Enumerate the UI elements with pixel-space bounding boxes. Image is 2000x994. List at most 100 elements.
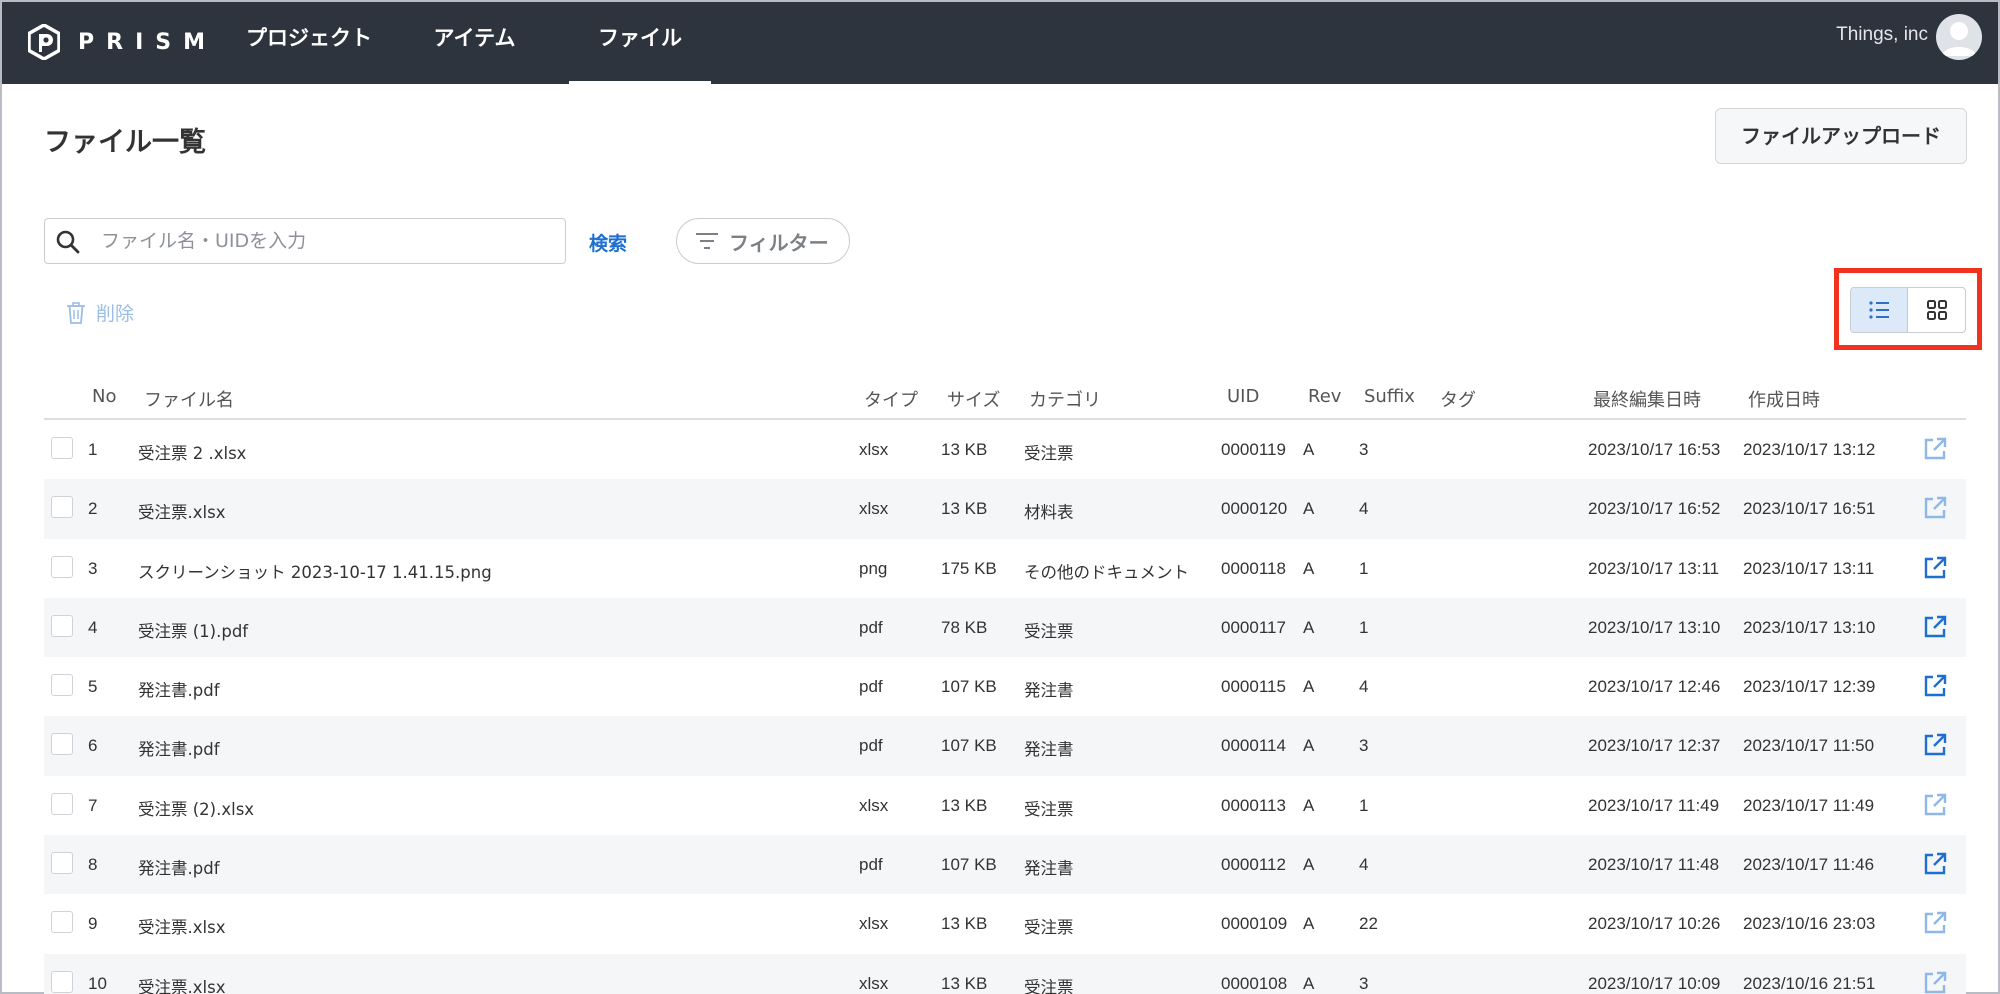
trash-icon <box>67 301 85 324</box>
cell-no: 7 <box>88 795 98 815</box>
open-external-link-icon[interactable] <box>1922 614 1948 640</box>
table-row-8[interactable]: 8 発注書.pdf pdf 107 KB 発注書 0000112 A 4 202… <box>44 835 1966 895</box>
cell-file-name[interactable]: 受注票.xlsx <box>138 499 225 523</box>
row-checkbox[interactable] <box>51 614 73 637</box>
cell-size: 175 KB <box>941 558 997 578</box>
cell-rev: A <box>1303 499 1315 519</box>
row-checkbox[interactable] <box>51 496 73 519</box>
nav-tab-items[interactable]: アイテム <box>412 2 537 84</box>
search-input[interactable] <box>101 219 551 263</box>
cell-file-name[interactable]: 発注書.pdf <box>138 855 220 879</box>
search-icon <box>56 230 80 254</box>
table-row-7[interactable]: 7 受注票 (2).xlsx xlsx 13 KB 受注票 0000113 A … <box>44 776 1966 835</box>
cell-suffix: 3 <box>1359 736 1369 756</box>
col-header-name[interactable]: ファイル名 <box>144 386 234 412</box>
cell-type: pdf <box>859 736 883 756</box>
cell-created: 2023/10/17 11:49 <box>1743 795 1875 815</box>
table-row-3[interactable]: 3 スクリーンショット 2023-10-17 1.41.15.png png 1… <box>44 539 1966 598</box>
cell-rev: A <box>1303 973 1315 993</box>
grid-icon <box>1926 300 1947 320</box>
table-row-5[interactable]: 5 発注書.pdf pdf 107 KB 発注書 0000115 A 4 202… <box>44 657 1966 716</box>
cell-created: 2023/10/17 13:11 <box>1743 558 1875 578</box>
search-button[interactable]: 検索 <box>589 229 627 256</box>
cell-size: 13 KB <box>941 499 988 519</box>
cell-updated: 2023/10/17 11:48 <box>1588 855 1720 875</box>
table-row-2[interactable]: 2 受注票.xlsx xlsx 13 KB 材料表 0000120 A 4 20… <box>44 479 1966 539</box>
cell-rev: A <box>1303 736 1315 756</box>
col-header-category[interactable]: カテゴリ <box>1029 386 1101 412</box>
open-external-link-icon[interactable] <box>1922 495 1948 521</box>
row-checkbox[interactable] <box>51 733 73 756</box>
prism-logo[interactable]: PRISM <box>28 22 217 62</box>
cell-size: 78 KB <box>941 617 988 637</box>
cell-category: 受注票 <box>1024 444 1074 463</box>
grid-view-button[interactable] <box>1908 288 1965 332</box>
row-checkbox[interactable] <box>51 437 73 459</box>
cell-file-name[interactable]: 発注書.pdf <box>138 677 220 701</box>
row-checkbox[interactable] <box>51 911 73 934</box>
col-header-uid[interactable]: UID <box>1227 386 1259 407</box>
cell-file-name[interactable]: スクリーンショット 2023-10-17 1.41.15.png <box>138 559 492 583</box>
cell-file-name[interactable]: 受注票.xlsx <box>138 974 225 994</box>
cell-rev: A <box>1303 855 1315 875</box>
cell-no: 8 <box>88 855 98 875</box>
row-checkbox[interactable] <box>51 852 73 875</box>
cell-uid: 0000112 <box>1221 855 1286 875</box>
cell-rev: A <box>1303 617 1315 637</box>
nav-tab-projects[interactable]: プロジェクト <box>234 2 384 84</box>
cell-uid: 0000114 <box>1221 736 1286 756</box>
nav-tab-files[interactable]: ファイル <box>569 2 711 84</box>
open-external-link-icon[interactable] <box>1922 792 1948 818</box>
cell-uid: 0000120 <box>1221 499 1288 519</box>
open-external-link-icon[interactable] <box>1922 436 1948 462</box>
row-checkbox[interactable] <box>51 792 73 815</box>
col-header-rev[interactable]: Rev <box>1308 386 1341 407</box>
table-row-4[interactable]: 4 受注票 (1).pdf pdf 78 KB 受注票 0000117 A 1 … <box>44 597 1966 658</box>
list-icon <box>1869 301 1889 319</box>
cell-type: xlsx <box>859 440 889 459</box>
user-avatar-icon[interactable] <box>1936 14 1982 60</box>
row-checkbox[interactable] <box>51 674 73 697</box>
cell-uid: 0000113 <box>1221 795 1286 815</box>
filter-button[interactable]: フィルター <box>676 218 850 264</box>
open-external-link-icon[interactable] <box>1922 970 1948 994</box>
cell-file-name[interactable]: 受注票 (1).pdf <box>138 618 248 642</box>
organization-name[interactable]: Things, inc <box>1836 24 1928 46</box>
col-header-size[interactable]: サイズ <box>947 386 1000 412</box>
cell-suffix: 3 <box>1359 440 1369 459</box>
cell-file-name[interactable]: 発注書.pdf <box>138 736 220 760</box>
cell-suffix: 1 <box>1359 617 1369 637</box>
cell-suffix: 4 <box>1359 677 1369 697</box>
col-header-updated[interactable]: 最終編集日時 <box>1593 386 1701 412</box>
open-external-link-icon[interactable] <box>1922 851 1948 877</box>
open-external-link-icon[interactable] <box>1922 732 1948 758</box>
open-external-link-icon[interactable] <box>1922 910 1948 936</box>
table-row-6[interactable]: 6 発注書.pdf pdf 107 KB 発注書 0000114 A 3 202… <box>44 716 1966 776</box>
table-row-10[interactable]: 10 受注票.xlsx xlsx 13 KB 受注票 0000108 A 3 2… <box>44 953 1966 994</box>
cell-suffix: 3 <box>1359 973 1369 993</box>
col-header-tag[interactable]: タグ <box>1440 386 1476 412</box>
filter-label: フィルター <box>729 230 829 255</box>
cell-file-name[interactable]: 受注票.xlsx <box>138 914 225 938</box>
open-external-link-icon[interactable] <box>1922 555 1948 581</box>
cell-rev: A <box>1303 795 1315 815</box>
cell-created: 2023/10/16 23:03 <box>1743 914 1876 934</box>
table-row-1[interactable]: 1 受注票 2 .xlsx xlsx 13 KB 受注票 0000119 A 3… <box>44 420 1966 479</box>
delete-button[interactable]: 削除 <box>66 299 134 326</box>
row-checkbox[interactable] <box>51 970 73 993</box>
cell-created: 2023/10/17 11:46 <box>1743 855 1875 875</box>
col-header-suffix[interactable]: Suffix <box>1364 386 1415 407</box>
row-checkbox[interactable] <box>51 555 73 578</box>
table-body: 1 受注票 2 .xlsx xlsx 13 KB 受注票 0000119 A 3… <box>44 420 1966 994</box>
col-header-no[interactable]: No <box>92 386 116 407</box>
cell-no: 2 <box>88 499 98 519</box>
view-toggle <box>1850 287 1966 333</box>
col-header-created[interactable]: 作成日時 <box>1748 386 1820 412</box>
list-view-button[interactable] <box>1851 288 1908 332</box>
cell-file-name[interactable]: 受注票 (2).xlsx <box>138 796 254 820</box>
file-upload-button[interactable]: ファイルアップロード <box>1715 108 1967 164</box>
cell-file-name[interactable]: 受注票 2 .xlsx <box>138 440 246 464</box>
table-row-9[interactable]: 9 受注票.xlsx xlsx 13 KB 受注票 0000109 A 22 2… <box>44 894 1966 953</box>
open-external-link-icon[interactable] <box>1922 673 1948 699</box>
col-header-type[interactable]: タイプ <box>864 386 918 412</box>
